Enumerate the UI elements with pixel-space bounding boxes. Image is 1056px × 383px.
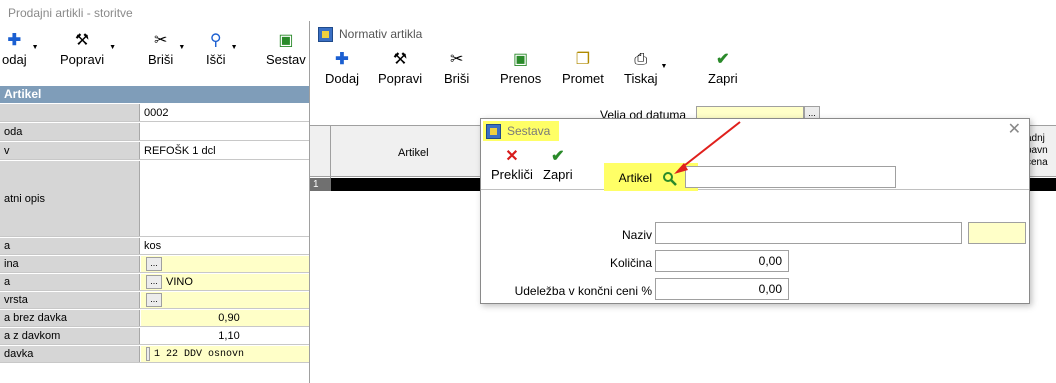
bg-search-button[interactable]: ⚲ Išči ▼ [206,30,238,68]
close-icon[interactable]: ✕ [1008,122,1021,138]
bg-delete-button[interactable]: ✂ Briši ▼ [148,30,185,68]
udelezba-label: Udeležba v končni ceni % [514,284,652,298]
delete-button[interactable]: ✂ Briši [444,49,469,87]
row-number: 1 [310,178,331,191]
dropdown-arrow-icon: ▼ [109,44,117,51]
normativ-window-title: Normativ artikla [318,25,422,43]
dropdown-arrow-icon: ▼ [230,44,238,51]
check-icon: ✔ [716,51,730,68]
naziv-extra-field[interactable] [968,222,1026,244]
artikel-label: Artikel [618,171,652,185]
naziv-input[interactable] [655,222,962,244]
close-button[interactable]: ✔ Zapri [708,49,738,87]
background-window-title: Prodajni artikli - storitve [8,6,133,20]
dialog-title: Sestava [483,121,559,141]
transfer-icon: ▣ [513,51,529,68]
dialog-separator [481,189,1029,190]
app-window-icon [318,26,333,42]
naziv-label: Naziv [621,228,652,242]
bg-assembly-button[interactable]: ▣ Sestav [266,30,306,68]
form-row-price-gross[interactable]: a z davkom 1,10 [0,328,314,345]
dropdown-arrow-icon: ▼ [31,44,39,51]
form-row-tax[interactable]: davka 1 22 DDV osnovn [0,346,314,363]
print-button[interactable]: ⎙ Tiskaj ▼ [624,49,667,87]
form-row-type[interactable]: vrsta ... [0,292,314,309]
traffic-button[interactable]: ❐ Promet [562,49,604,87]
lookup-button[interactable]: ... [146,293,162,307]
form-row-unit[interactable]: a kos [0,238,314,255]
hammer-icon: ⚒ [74,32,90,49]
add-button[interactable]: ✚ Dodaj [325,49,359,87]
form-row-code[interactable]: 0002 [0,104,314,122]
form-row-group[interactable]: ina ... [0,256,314,273]
kolicina-input[interactable]: 0,00 [655,250,789,272]
check-icon: ✔ [551,148,565,165]
kolicina-label: Količina [609,256,652,270]
form-row-name[interactable]: v REFOŠK 1 dcl [0,142,314,160]
bg-edit-button[interactable]: ⚒ Popravi ▼ [60,30,116,68]
search-icon[interactable] [662,171,678,187]
transfer-button[interactable]: ▣ Prenos [500,49,541,87]
grid-header: Artikel [0,86,310,103]
article-form-grid: Artikel 0002 oda v REFOŠK 1 dcl atni opi… [0,86,314,383]
udelezba-input[interactable]: 0,00 [655,278,789,300]
plus-icon: ✚ [7,32,21,49]
normativ-toolbar: ✚ Dodaj ⚒ Popravi ✂ Briši ▣ Prenos ❐ Pro… [310,47,1056,101]
form-row-category[interactable]: a ... VINO [0,274,314,291]
column-header-artikel[interactable]: Artikel [398,147,429,159]
dropdown-arrow-icon: ▼ [660,63,668,70]
sestava-dialog: Sestava ✕ ✕ Prekliči ✔ Zapri [480,118,1030,304]
artikel-input[interactable] [685,166,896,188]
bg-add-button[interactable]: ✚ odaj ▼ [2,30,39,68]
lookup-button[interactable]: ... [146,257,162,271]
edit-button[interactable]: ⚒ Popravi [378,49,422,87]
assembly-icon: ▣ [278,32,294,49]
form-row-code2[interactable]: oda [0,123,314,141]
lookup-button[interactable]: ... [146,275,162,289]
background-toolbar: ✚ odaj ▼ ⚒ Popravi ▼ ✂ Briši ▼ ⚲ Išči ▼ … [0,26,310,84]
cancel-button[interactable]: ✕ Prekliči [491,147,533,183]
hammer-icon: ⚒ [392,51,408,68]
search-icon: ⚲ [209,32,222,49]
plus-icon: ✚ [335,51,349,68]
dropdown-arrow-icon: ▼ [178,44,186,51]
x-icon: ✕ [505,148,519,165]
app-window-icon [486,123,501,139]
print-icon: ⎙ [634,51,648,68]
form-row-description[interactable]: atni opis [0,161,314,237]
scissors-icon: ✂ [449,51,464,68]
form-row-price-net[interactable]: a brez davka 0,90 [0,310,314,327]
scissors-icon: ✂ [153,32,168,49]
traffic-icon: ❐ [575,51,591,68]
